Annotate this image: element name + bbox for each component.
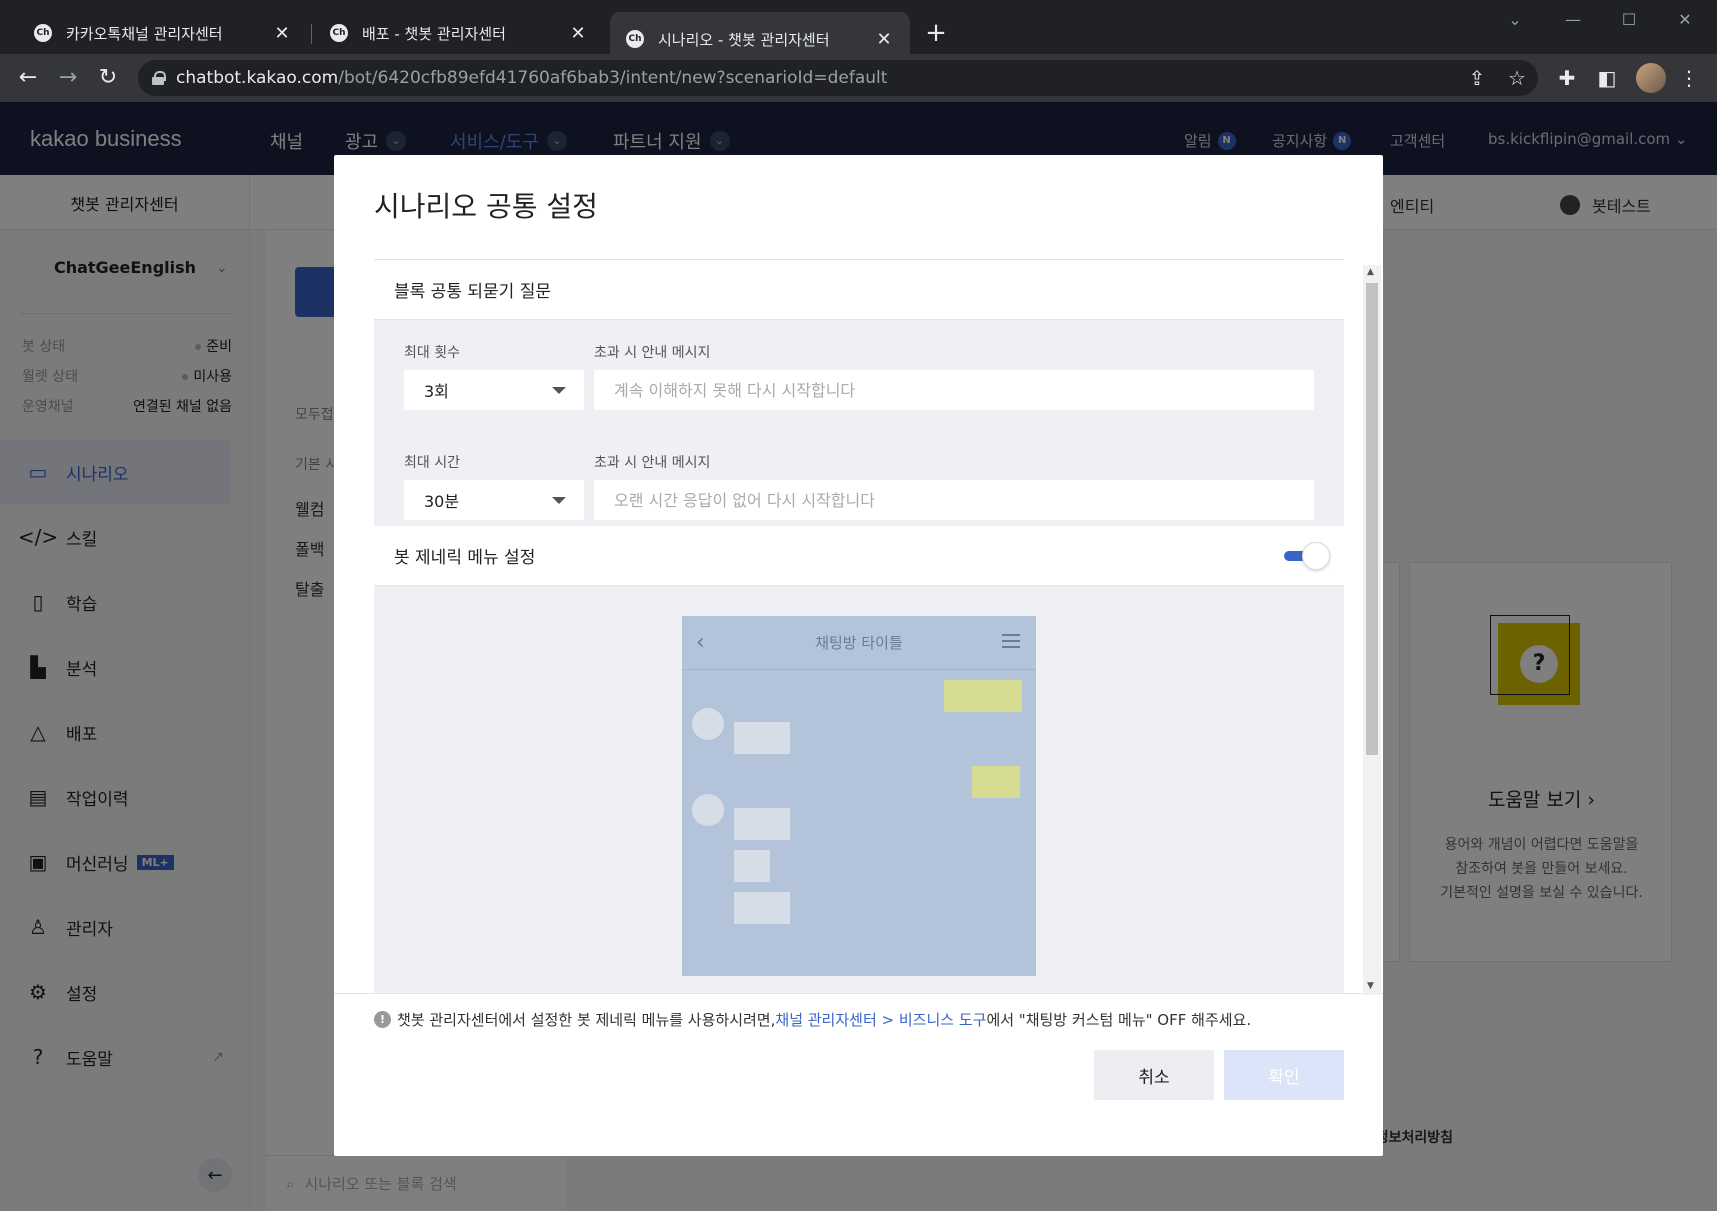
count-message-label: 초과 시 안내 메시지 bbox=[594, 345, 711, 361]
generic-menu-notice: ! 챗봇 관리자센터에서 설정한 봇 제네릭 메뉴를 사용하시려면, 채널 관리… bbox=[374, 1009, 1251, 1030]
more-menu-icon[interactable]: ⋮ bbox=[1676, 66, 1702, 90]
notice-text: 에서 "채팅방 커스텀 메뉴" OFF 해주세요. bbox=[986, 1011, 1252, 1029]
scroll-down-icon[interactable]: ▼ bbox=[1367, 981, 1374, 991]
section-label: 봇 제네릭 메뉴 설정 bbox=[394, 548, 536, 568]
time-message-label: 초과 시 안내 메시지 bbox=[594, 455, 711, 471]
forward-arrow-icon[interactable]: → bbox=[54, 64, 82, 92]
bookmark-star-icon[interactable]: ☆ bbox=[1504, 66, 1530, 90]
user-bubble bbox=[972, 766, 1020, 798]
generic-menu-section-header: 봇 제네릭 메뉴 설정 bbox=[374, 526, 1344, 586]
lock-icon bbox=[152, 71, 166, 85]
tab-search-icon[interactable]: ⌄ bbox=[1500, 10, 1530, 29]
chatbot-favicon-icon: Ch bbox=[626, 30, 644, 48]
tab-title: 시나리오 - 챗봇 관리자센터 bbox=[658, 30, 830, 49]
max-time-label: 최대 시간 bbox=[404, 455, 460, 471]
bot-bubble bbox=[734, 850, 770, 882]
profile-avatar[interactable] bbox=[1636, 63, 1666, 93]
max-time-select[interactable]: 30분 bbox=[404, 480, 584, 520]
scroll-up-icon[interactable]: ▲ bbox=[1367, 267, 1374, 277]
max-count-label: 최대 횟수 bbox=[404, 345, 460, 361]
close-icon[interactable]: ✕ bbox=[568, 23, 588, 44]
tab-title: 카카오톡채널 관리자센터 bbox=[66, 24, 223, 43]
count-message-input[interactable] bbox=[594, 370, 1314, 410]
info-icon: ! bbox=[374, 1011, 391, 1028]
phone-preview: ‹ 채팅방 타이틀 bbox=[682, 616, 1036, 976]
browser-toolbar: ← → ↻ chatbot.kakao.com /bot/6420cfb89ef… bbox=[0, 54, 1717, 102]
tab-separator bbox=[311, 24, 312, 44]
chevron-left-icon: ‹ bbox=[696, 630, 705, 655]
phone-title: 채팅방 타이틀 bbox=[815, 634, 903, 652]
bot-avatar bbox=[692, 708, 724, 740]
tab-title: 배포 - 챗봇 관리자센터 bbox=[362, 24, 506, 43]
scenario-settings-modal: 시나리오 공통 설정 블록 공통 되묻기 질문 최대 횟수 초과 시 안내 메시… bbox=[334, 155, 1383, 1156]
business-tools-link[interactable]: 채널 관리자센터 > 비즈니스 도구 bbox=[775, 1009, 986, 1030]
bot-avatar bbox=[692, 794, 724, 826]
caret-down-icon bbox=[552, 497, 566, 504]
toggle-knob bbox=[1302, 542, 1330, 570]
browser-tab-2[interactable]: Ch 배포 - 챗봇 관리자센터 ✕ bbox=[314, 12, 604, 54]
address-bar[interactable]: chatbot.kakao.com /bot/6420cfb89efd41760… bbox=[138, 60, 1538, 96]
cancel-button[interactable]: 취소 bbox=[1094, 1050, 1214, 1100]
confirm-button[interactable]: 확인 bbox=[1224, 1050, 1344, 1100]
hamburger-menu-icon bbox=[1002, 634, 1020, 648]
share-icon[interactable]: ⇪ bbox=[1464, 66, 1490, 90]
new-tab-button[interactable]: + bbox=[922, 20, 950, 46]
maximize-icon[interactable]: ☐ bbox=[1614, 10, 1644, 29]
reprompt-section-header: 블록 공통 되묻기 질문 bbox=[374, 260, 1344, 320]
close-icon[interactable]: ✕ bbox=[272, 23, 292, 44]
modal-body: 블록 공통 되묻기 질문 최대 횟수 초과 시 안내 메시지 3회 최대 시간 … bbox=[374, 259, 1344, 993]
extensions-puzzle-icon[interactable]: ✚ bbox=[1554, 66, 1580, 90]
bot-bubble bbox=[734, 808, 790, 840]
generic-menu-preview: ‹ 채팅방 타이틀 bbox=[374, 586, 1344, 993]
generic-menu-toggle[interactable] bbox=[1282, 542, 1330, 570]
minimize-icon[interactable]: — bbox=[1558, 10, 1588, 29]
phone-header: ‹ 채팅방 타이틀 bbox=[682, 616, 1036, 670]
select-value: 30분 bbox=[424, 492, 460, 511]
chatbot-favicon-icon: Ch bbox=[330, 24, 348, 42]
notice-text: 챗봇 관리자센터에서 설정한 봇 제네릭 메뉴를 사용하시려면, bbox=[397, 1011, 776, 1029]
modal-scrollbar[interactable]: ▲ ▼ bbox=[1363, 265, 1381, 995]
reload-icon[interactable]: ↻ bbox=[94, 64, 122, 92]
window-close-icon[interactable]: ✕ bbox=[1670, 10, 1700, 29]
scroll-thumb[interactable] bbox=[1366, 283, 1378, 755]
modal-footer: ! 챗봇 관리자센터에서 설정한 봇 제네릭 메뉴를 사용하시려면, 채널 관리… bbox=[334, 993, 1383, 1156]
time-message-input[interactable] bbox=[594, 480, 1314, 520]
url-host: chatbot.kakao.com bbox=[176, 68, 339, 88]
back-arrow-icon[interactable]: ← bbox=[14, 64, 42, 92]
modal-title: 시나리오 공통 설정 bbox=[374, 190, 598, 223]
close-icon[interactable]: ✕ bbox=[874, 29, 894, 50]
kakao-channel-favicon-icon: Ch bbox=[34, 24, 52, 42]
side-panel-icon[interactable]: ◧ bbox=[1594, 66, 1620, 90]
user-bubble bbox=[944, 680, 1022, 712]
reprompt-settings: 최대 횟수 초과 시 안내 메시지 3회 최대 시간 초과 시 안내 메시지 3… bbox=[374, 320, 1344, 526]
browser-tab-1[interactable]: Ch 카카오톡채널 관리자센터 ✕ bbox=[18, 12, 308, 54]
bot-bubble bbox=[734, 892, 790, 924]
select-value: 3회 bbox=[424, 382, 449, 401]
max-count-select[interactable]: 3회 bbox=[404, 370, 584, 410]
bot-bubble bbox=[734, 722, 790, 754]
url-path: /bot/6420cfb89efd41760af6bab3/intent/new… bbox=[338, 68, 888, 88]
caret-down-icon bbox=[552, 387, 566, 394]
